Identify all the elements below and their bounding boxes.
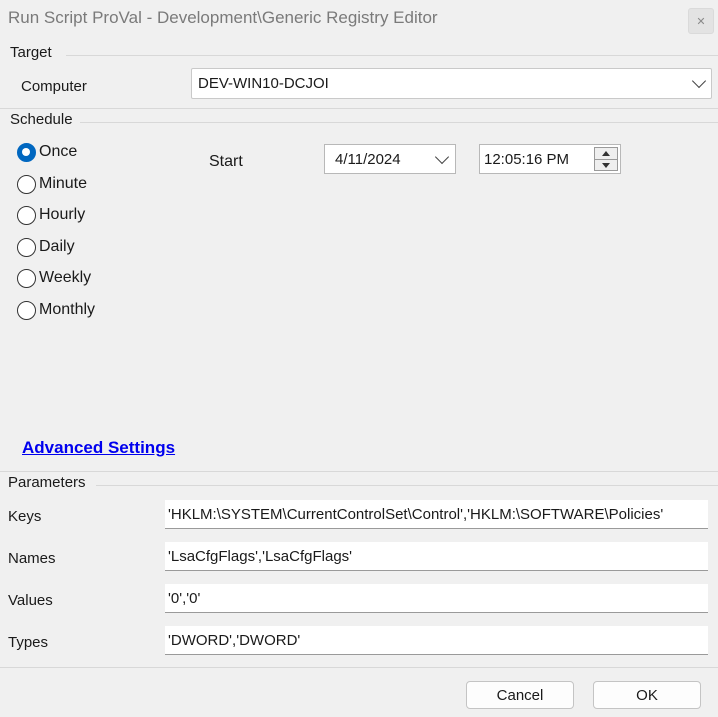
chevron-down-icon — [434, 149, 450, 165]
spin-down-icon[interactable] — [595, 159, 617, 170]
start-label: Start — [209, 153, 243, 170]
cancel-button[interactable]: Cancel — [466, 681, 574, 709]
names-value: 'LsaCfgFlags','LsaCfgFlags' — [168, 548, 353, 565]
values-input[interactable]: '0','0' — [165, 584, 708, 613]
start-date-picker[interactable]: 4/11/2024 — [324, 144, 456, 174]
footer-divider — [0, 667, 718, 668]
radio-weekly[interactable]: Weekly — [17, 266, 91, 290]
spin-up-icon[interactable] — [595, 148, 617, 159]
start-time-value: 12:05:16 PM — [484, 151, 570, 168]
radio-daily-label: Daily — [39, 238, 75, 255]
target-section-label: Target — [10, 44, 52, 61]
window-title: Run Script ProVal - Development\Generic … — [8, 8, 438, 27]
types-input[interactable]: 'DWORD','DWORD' — [165, 626, 708, 655]
computer-dropdown[interactable]: DEV-WIN10-DCJOI — [191, 68, 712, 99]
computer-value: DEV-WIN10-DCJOI — [198, 75, 329, 92]
radio-weekly-button[interactable] — [17, 268, 36, 288]
names-input[interactable]: 'LsaCfgFlags','LsaCfgFlags' — [165, 542, 708, 571]
schedule-divider — [80, 122, 718, 123]
radio-hourly[interactable]: Hourly — [17, 203, 85, 227]
keys-value: 'HKLM:\SYSTEM\CurrentControlSet\Control'… — [168, 506, 664, 523]
start-date-value: 4/11/2024 — [335, 151, 401, 168]
radio-minute-button[interactable] — [17, 174, 36, 194]
radio-hourly-label: Hourly — [39, 206, 86, 223]
advanced-settings-link[interactable]: Advanced Settings — [22, 438, 175, 458]
radio-hourly-button[interactable] — [17, 205, 36, 225]
start-time-picker[interactable]: 12:05:16 PM — [479, 144, 621, 174]
parameters-section-label: Parameters — [8, 474, 86, 491]
title-bar: Run Script ProVal - Development\Generic … — [0, 0, 718, 38]
radio-monthly[interactable]: Monthly — [17, 298, 95, 322]
time-spinner[interactable] — [594, 147, 618, 171]
keys-input[interactable]: 'HKLM:\SYSTEM\CurrentControlSet\Control'… — [165, 500, 708, 529]
radio-weekly-label: Weekly — [39, 269, 92, 286]
types-label: Types — [8, 634, 49, 651]
radio-once-label: Once — [39, 143, 78, 160]
radio-monthly-label: Monthly — [39, 301, 96, 318]
radio-once[interactable]: Once — [17, 140, 77, 164]
close-icon: ✕ — [696, 15, 706, 28]
names-label: Names — [8, 550, 56, 567]
values-value: '0','0' — [168, 590, 201, 607]
parameters-top-divider — [0, 471, 718, 472]
schedule-top-divider — [0, 108, 718, 109]
radio-minute[interactable]: Minute — [17, 172, 87, 196]
target-divider — [66, 55, 718, 56]
radio-minute-label: Minute — [39, 175, 88, 192]
keys-label: Keys — [8, 508, 42, 525]
radio-daily[interactable]: Daily — [17, 235, 75, 259]
radio-monthly-button[interactable] — [17, 300, 36, 320]
parameters-divider — [96, 485, 718, 486]
ok-button[interactable]: OK — [593, 681, 701, 709]
values-label: Values — [8, 592, 53, 609]
chevron-down-icon — [691, 73, 707, 89]
schedule-section-label: Schedule — [10, 111, 73, 128]
radio-daily-button[interactable] — [17, 237, 36, 257]
close-button[interactable]: ✕ — [688, 8, 714, 34]
types-value: 'DWORD','DWORD' — [168, 632, 301, 649]
computer-label: Computer — [21, 78, 87, 95]
radio-once-button[interactable] — [17, 142, 36, 162]
